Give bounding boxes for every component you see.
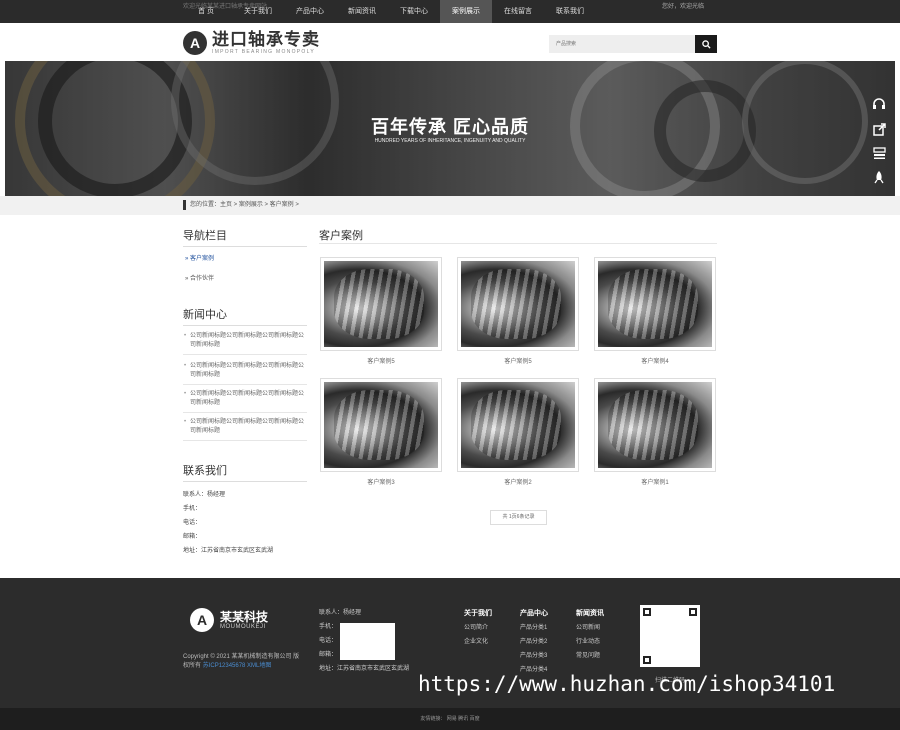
nav-contact[interactable]: 联系我们 bbox=[544, 0, 596, 23]
case-image[interactable] bbox=[461, 382, 575, 468]
pagination: 共 1页6条记录 bbox=[490, 510, 547, 525]
footer-contact-address: 地址：江苏省南京市玄武区玄武湖 bbox=[319, 666, 410, 672]
back-to-top-tool[interactable] bbox=[866, 165, 892, 189]
footer-link[interactable]: 公司简介 bbox=[464, 621, 492, 635]
rocket-icon bbox=[874, 171, 884, 184]
contact-mobile: 手机： bbox=[183, 506, 202, 512]
nav-news[interactable]: 新闻资讯 bbox=[336, 0, 388, 23]
footer-link[interactable]: 公司新闻 bbox=[576, 621, 604, 635]
case-card[interactable]: 客户案例4 bbox=[594, 257, 716, 365]
top-right-text: 您好，欢迎光临 bbox=[662, 4, 705, 10]
case-image[interactable] bbox=[598, 261, 712, 347]
news-item[interactable]: 公司新闻标题公司新闻标题公司新闻标题公司新闻标题 bbox=[183, 362, 307, 385]
sidebar-item-partners[interactable]: » 合作伙伴 bbox=[185, 273, 214, 282]
qrcode-tool[interactable] bbox=[866, 141, 892, 165]
page-title: 客户案例 bbox=[319, 230, 363, 242]
icp-link[interactable]: 苏ICP12345678 XML地图 bbox=[203, 663, 272, 669]
nav-cases[interactable]: 案例展示 bbox=[440, 0, 492, 23]
footer-link[interactable]: 企业文化 bbox=[464, 635, 492, 649]
footer-link[interactable]: 产品分类3 bbox=[520, 649, 548, 663]
search-button[interactable] bbox=[695, 35, 717, 53]
breadcrumb[interactable]: 您的位置：主页 > 案例展示 > 客户案例 > bbox=[190, 196, 299, 215]
footer-logo[interactable]: A 某某科技 MOUMOUKEJI bbox=[190, 608, 268, 632]
case-card[interactable]: 客户案例5 bbox=[320, 257, 442, 365]
nav-products[interactable]: 产品中心 bbox=[284, 0, 336, 23]
friend-links[interactable]: 友情链接： 网易 腾讯 百度 bbox=[0, 708, 900, 730]
main-nav: 首 页 关于我们 产品中心 新闻资讯 下载中心 案例展示 在线留言 联系我们 bbox=[180, 0, 596, 23]
header: A 进口轴承专卖 IMPORT BEARING MONOPOLY bbox=[0, 23, 900, 61]
news-item[interactable]: 公司新闻标题公司新闻标题公司新闻标题公司新闻标题 bbox=[183, 390, 307, 413]
contact-phone: 电话： bbox=[183, 520, 202, 526]
share-icon bbox=[872, 122, 886, 136]
nav-message[interactable]: 在线留言 bbox=[492, 0, 544, 23]
banner-title: 百年传承 匠心品质 bbox=[370, 117, 529, 137]
footer-link[interactable]: 常见问题 bbox=[576, 649, 604, 663]
footer-col-about: 关于我们 公司简介 企业文化 bbox=[464, 607, 492, 649]
footer-copyright: Copyright © 2021 某某机械制造有限公司 版权所有 苏ICP123… bbox=[183, 653, 305, 671]
banner-subtitle: HUNDRED YEARS OF INHERITANCE, INGENUITY … bbox=[374, 138, 526, 144]
case-card[interactable]: 客户案例1 bbox=[594, 378, 716, 486]
logo-title: 进口轴承专卖 bbox=[212, 30, 320, 49]
case-title[interactable]: 客户案例3 bbox=[320, 477, 442, 486]
contact-address: 地址：江苏省南京市玄武区玄武湖 bbox=[183, 548, 274, 554]
footer-link[interactable]: 产品分类2 bbox=[520, 635, 548, 649]
footer-contact-person: 联系人：杨经理 bbox=[319, 610, 362, 616]
qr-code bbox=[640, 605, 700, 667]
nav-home[interactable]: 首 页 bbox=[180, 0, 232, 23]
case-card[interactable]: 客户案例3 bbox=[320, 378, 442, 486]
case-image[interactable] bbox=[324, 261, 438, 347]
news-item[interactable]: 公司新闻标题公司新闻标题公司新闻标题公司新闻标题 bbox=[183, 332, 307, 355]
news-item[interactable]: 公司新闻标题公司新闻标题公司新闻标题公司新闻标题 bbox=[183, 418, 307, 441]
headset-icon bbox=[873, 98, 885, 109]
case-title[interactable]: 客户案例1 bbox=[594, 477, 716, 486]
case-title[interactable]: 客户案例4 bbox=[594, 356, 716, 365]
logo-subtitle: IMPORT BEARING MONOPOLY bbox=[212, 49, 315, 55]
case-title[interactable]: 客户案例5 bbox=[320, 356, 442, 365]
footer-logo-subtitle: MOUMOUKEJI bbox=[220, 623, 266, 630]
redacted-block bbox=[340, 623, 395, 660]
breadcrumb-bar: 您的位置：主页 > 案例展示 > 客户案例 > bbox=[0, 196, 900, 215]
nav-download[interactable]: 下载中心 bbox=[388, 0, 440, 23]
footer-col-news: 新闻资讯 公司新闻 行业动态 常见问题 bbox=[576, 607, 604, 663]
breadcrumb-marker bbox=[183, 200, 186, 210]
sidebar-nav-title: 导航栏目 bbox=[183, 227, 307, 247]
footer-col-title[interactable]: 关于我们 bbox=[464, 607, 492, 621]
case-title[interactable]: 客户案例5 bbox=[457, 356, 579, 365]
footer-logo-icon: A bbox=[190, 608, 214, 632]
search-box bbox=[549, 35, 717, 53]
site-logo[interactable]: A 进口轴承专卖 IMPORT BEARING MONOPOLY bbox=[183, 31, 320, 55]
contact-person: 联系人：杨经理 bbox=[183, 492, 226, 498]
share-tool[interactable] bbox=[866, 117, 892, 141]
hero-banner: 百年传承 匠心品质 HUNDRED YEARS OF INHERITANCE, … bbox=[5, 61, 895, 196]
contact-email: 邮箱： bbox=[183, 534, 202, 540]
floating-toolbar bbox=[866, 93, 892, 189]
footer-col-products: 产品中心 产品分类1 产品分类2 产品分类3 产品分类4 bbox=[520, 607, 548, 677]
top-nav-bar: 欢迎光临某某进口轴承专卖网站 首 页 关于我们 产品中心 新闻资讯 下载中心 案… bbox=[0, 0, 900, 23]
case-image[interactable] bbox=[598, 382, 712, 468]
case-image[interactable] bbox=[461, 261, 575, 347]
footer-col-title[interactable]: 新闻资讯 bbox=[576, 607, 604, 621]
sidebar-news-title: 新闻中心 bbox=[183, 306, 307, 326]
nav-about[interactable]: 关于我们 bbox=[232, 0, 284, 23]
footer-logo-title: 某某科技 bbox=[220, 609, 269, 624]
search-input[interactable] bbox=[549, 35, 695, 53]
case-card[interactable]: 客户案例2 bbox=[457, 378, 579, 486]
case-card[interactable]: 客户案例5 bbox=[457, 257, 579, 365]
title-divider bbox=[319, 243, 717, 244]
footer-link[interactable]: 行业动态 bbox=[576, 635, 604, 649]
qrcode-icon bbox=[872, 146, 886, 159]
watermark-url: https://www.huzhan.com/ishop34101 bbox=[418, 672, 836, 696]
customer-service-tool[interactable] bbox=[866, 93, 892, 117]
footer-col-title[interactable]: 产品中心 bbox=[520, 607, 548, 621]
sidebar-item-cases[interactable]: » 客户案例 bbox=[185, 253, 214, 262]
search-icon bbox=[701, 39, 711, 49]
logo-icon: A bbox=[183, 31, 207, 55]
case-image[interactable] bbox=[324, 382, 438, 468]
case-title[interactable]: 客户案例2 bbox=[457, 477, 579, 486]
sidebar-contact-title: 联系我们 bbox=[183, 462, 307, 482]
footer-link[interactable]: 产品分类1 bbox=[520, 621, 548, 635]
